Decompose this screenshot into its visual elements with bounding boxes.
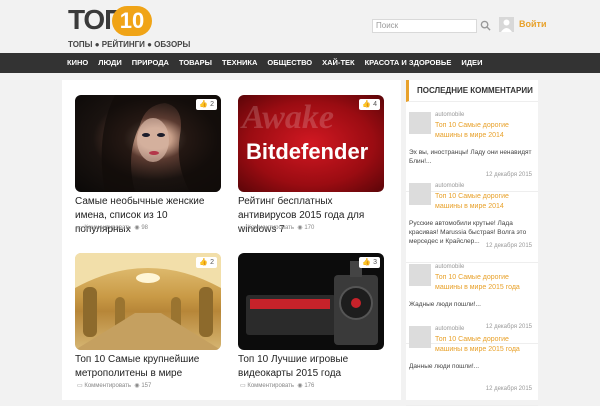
avatar[interactable]	[409, 264, 431, 286]
view-count: 170	[304, 225, 315, 231]
logo-tagline: ТОПЫ ● РЕЙТИНГИ ● ОБЗОРЫ	[68, 40, 191, 49]
thumbs-up-icon: 👍	[362, 259, 372, 266]
comment-author[interactable]: automobile	[435, 264, 464, 270]
user-avatar[interactable]	[499, 17, 514, 32]
search-icon[interactable]	[480, 20, 491, 31]
comment-link[interactable]: Комментировать	[84, 383, 131, 389]
sidebar: ПОСЛЕДНИЕ КОММЕНТАРИИ automobile Топ 10 …	[406, 80, 538, 406]
comment-date: 12 декабря 2015	[485, 243, 532, 249]
like-counter[interactable]: 👍 3	[359, 257, 380, 268]
main-nav: КИНО ЛЮДИ ПРИРОДА ТОВАРЫ ТЕХНИКА ОБЩЕСТВ…	[0, 53, 600, 73]
comment-icon: ▭	[77, 225, 83, 231]
nav-item-people[interactable]: ЛЮДИ	[93, 53, 127, 73]
logo-badge: 10	[112, 6, 152, 36]
article-meta: ▭ Комментировать ◉ 157	[77, 382, 151, 389]
article-title[interactable]: Топ 10 Самые крупнейшие метрополитены в …	[75, 353, 225, 381]
eye-icon: ◉	[134, 383, 140, 389]
comment-author[interactable]: automobile	[435, 112, 464, 118]
like-count: 3	[373, 259, 377, 266]
comment-icon: ▭	[240, 383, 246, 389]
like-count: 2	[210, 259, 214, 266]
article-meta: ▭ Комментировать ◉ 176	[240, 382, 314, 389]
nav-item-tech[interactable]: ТЕХНИКА	[217, 53, 262, 73]
article-meta: ▭ Комментировать ◉ 170	[240, 224, 314, 231]
article-meta: ▭ Комментировать ◉ 98	[77, 224, 148, 231]
login-link[interactable]: Войти	[519, 19, 546, 29]
nav-item-kino[interactable]: КИНО	[62, 53, 93, 73]
comment-article-link[interactable]: Топ 10 Самые дорогие машины в мире 2015 …	[435, 273, 535, 293]
comment-icon: ▭	[240, 225, 246, 231]
nav-item-nature[interactable]: ПРИРОДА	[127, 53, 174, 73]
nav-item-goods[interactable]: ТОВАРЫ	[174, 53, 217, 73]
avatar[interactable]	[409, 326, 431, 348]
view-count: 157	[141, 383, 152, 389]
like-count: 4	[373, 101, 377, 108]
search-input[interactable]: Поиск	[372, 19, 477, 33]
eye-icon: ◉	[297, 383, 303, 389]
comment-item: automobile Топ 10 Самые дорогие машины в…	[406, 183, 538, 263]
image-bg-text: Awake	[242, 99, 334, 136]
site-header: ТОП 10 ТОПЫ ● РЕЙТИНГИ ● ОБЗОРЫ Поиск Во…	[0, 0, 600, 53]
comment-article-link[interactable]: Топ 10 Самые дорогие машины в мире 2015 …	[435, 335, 535, 355]
sidebar-heading: ПОСЛЕДНИЕ КОММЕНТАРИИ	[406, 80, 538, 102]
comment-item: automobile Топ 10 Самые дорогие машины в…	[406, 326, 538, 406]
image-brand-text: Bitdefender	[246, 139, 369, 164]
site-logo[interactable]: ТОП 10 ТОПЫ ● РЕЙТИНГИ ● ОБЗОРЫ	[68, 4, 190, 49]
avatar[interactable]	[409, 183, 431, 205]
article-image[interactable]: Awake Bitdefender 👍 4	[238, 95, 384, 192]
article-image[interactable]: 👍 2	[75, 95, 221, 192]
view-count: 176	[304, 383, 315, 389]
article-title[interactable]: Топ 10 Лучшие игровые видеокарты 2015 го…	[238, 353, 388, 381]
nav-item-society[interactable]: ОБЩЕСТВО	[262, 53, 317, 73]
comment-author[interactable]: automobile	[435, 326, 464, 332]
comment-link[interactable]: Комментировать	[247, 225, 294, 231]
comment-text: Русские автомобили крутые! Лада красивая…	[409, 220, 527, 245]
comment-author[interactable]: automobile	[435, 183, 464, 189]
comment-icon: ▭	[77, 383, 83, 389]
thumbs-up-icon: 👍	[199, 259, 209, 266]
comment-item: automobile Топ 10 Самые дорогие машины в…	[406, 112, 538, 192]
eye-icon: ◉	[297, 225, 303, 231]
comment-link[interactable]: Комментировать	[84, 225, 131, 231]
nav-item-ideas[interactable]: ИДЕИ	[456, 53, 487, 73]
article-image[interactable]: 👍 2	[75, 253, 221, 350]
nav-item-hitech[interactable]: ХАЙ-ТЕК	[317, 53, 359, 73]
article-image[interactable]: 👍 3	[238, 253, 384, 350]
thumbs-up-icon: 👍	[362, 101, 372, 108]
comment-date: 12 декабря 2015	[485, 386, 532, 392]
like-counter[interactable]: 👍 2	[196, 99, 217, 110]
comment-article-link[interactable]: Топ 10 Самые дорогие машины в мире 2014	[435, 121, 535, 141]
thumbs-up-icon: 👍	[199, 101, 209, 108]
nav-item-beauty[interactable]: КРАСОТА И ЗДОРОВЬЕ	[360, 53, 457, 73]
avatar[interactable]	[409, 112, 431, 134]
comment-link[interactable]: Комментировать	[247, 383, 294, 389]
like-counter[interactable]: 👍 2	[196, 257, 217, 268]
like-count: 2	[210, 101, 214, 108]
comment-text: Эх вы, иностранцы! Ладу они ненавидят Бл…	[409, 149, 532, 165]
comment-article-link[interactable]: Топ 10 Самые дорогие машины в мире 2014	[435, 192, 535, 212]
comment-text: Жадные люди пошли!...	[409, 301, 481, 308]
comment-text: Данные люди пошли!...	[409, 363, 480, 370]
eye-icon: ◉	[134, 225, 140, 231]
view-count: 98	[141, 225, 149, 231]
like-counter[interactable]: 👍 4	[359, 99, 380, 110]
article-grid: 👍 2 Самые необычные женские имена, списо…	[62, 80, 401, 400]
comment-date: 12 декабря 2015	[485, 172, 532, 178]
